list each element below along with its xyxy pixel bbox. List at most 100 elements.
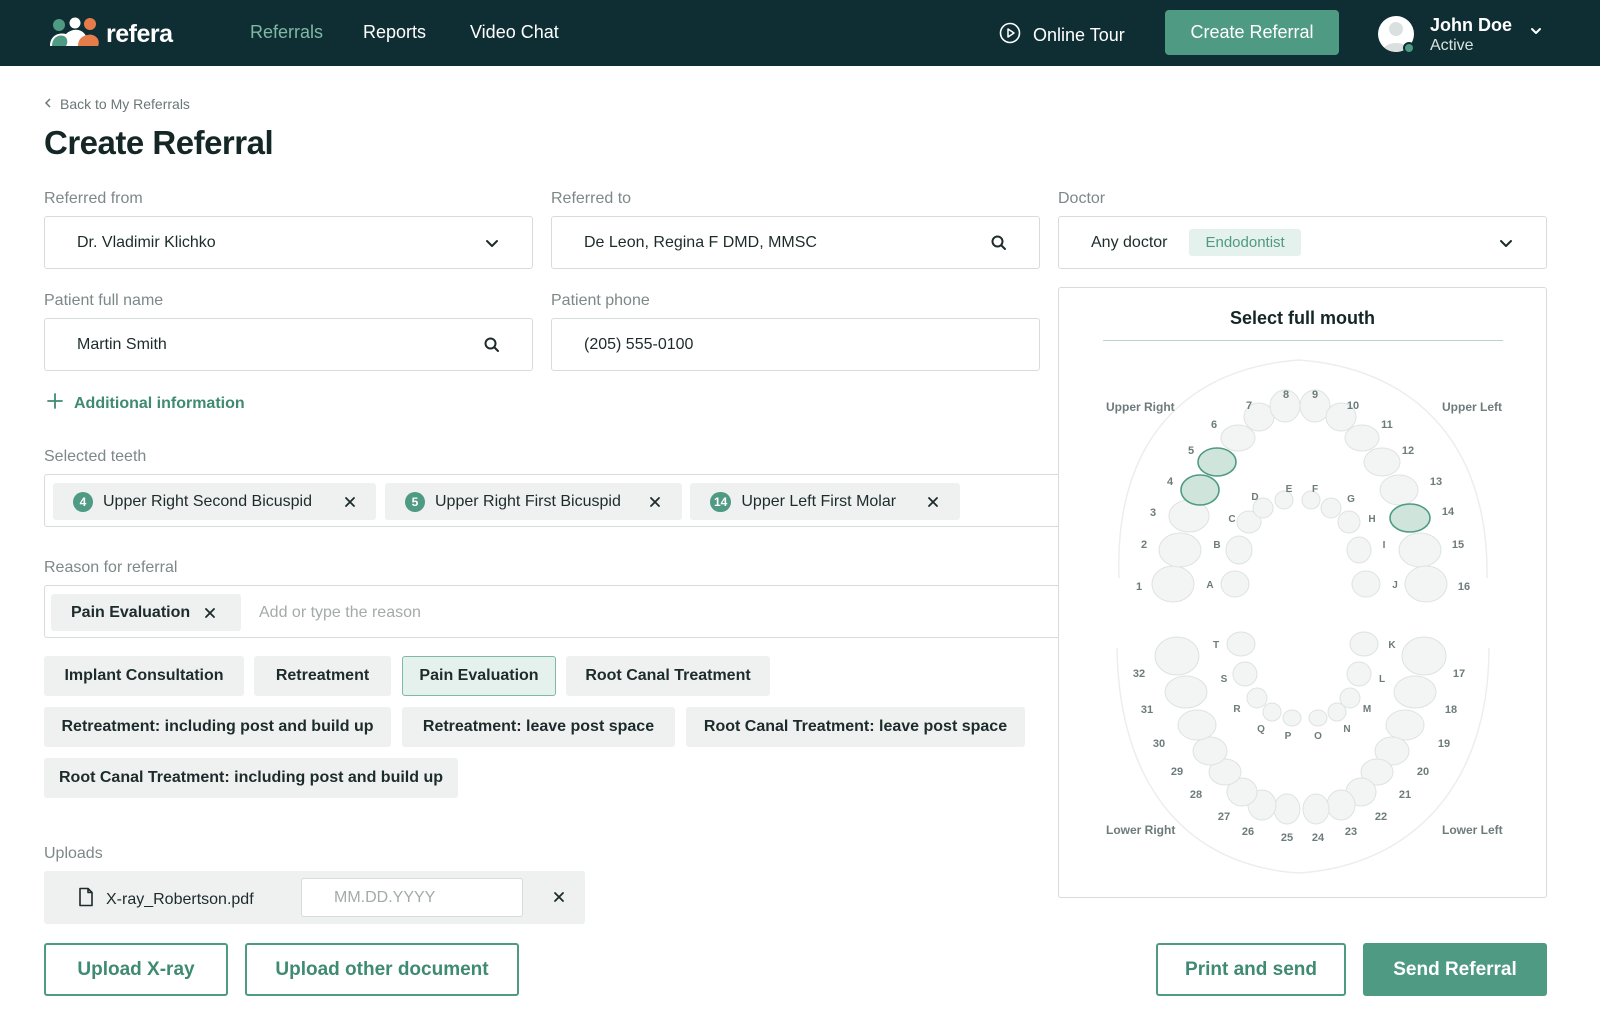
tooth-17[interactable] — [1401, 636, 1447, 676]
reason-placeholder[interactable]: Add or type the reason — [259, 604, 421, 622]
tooth-label-8: 8 — [1283, 389, 1289, 401]
tooth-chip: 4 Upper Right Second Bicuspid — [53, 483, 376, 520]
tooth-R[interactable] — [1246, 687, 1268, 709]
tooth-O[interactable] — [1308, 709, 1328, 727]
logo-icon — [48, 16, 100, 53]
tooth-label-O: O — [1314, 731, 1322, 742]
tooth-label-32: 32 — [1133, 668, 1145, 680]
tooth-23[interactable] — [1326, 789, 1356, 821]
reason-chip-label: Pain Evaluation — [71, 603, 191, 621]
tooth-K[interactable] — [1349, 631, 1379, 657]
tooth-J[interactable] — [1351, 570, 1381, 598]
selected-teeth-field[interactable]: 4 Upper Right Second Bicuspid 5 Upper Ri… — [44, 474, 1084, 527]
tooth-label-28: 28 — [1190, 789, 1202, 801]
tooth-14[interactable] — [1389, 503, 1431, 533]
tooth-label-27: 27 — [1218, 811, 1230, 823]
tooth-label-22: 22 — [1375, 811, 1387, 823]
reason-option-retreatment[interactable]: Retreatment — [254, 656, 391, 696]
tooth-4[interactable] — [1180, 474, 1220, 506]
close-icon[interactable] — [343, 495, 357, 514]
print-and-send-button[interactable]: Print and send — [1156, 943, 1346, 996]
tooth-L[interactable] — [1346, 661, 1372, 687]
upload-other-document-button[interactable]: Upload other document — [245, 943, 519, 996]
tooth-30[interactable] — [1177, 709, 1217, 741]
referred-from-value: Dr. Vladimir Klichko — [77, 233, 216, 251]
tooth-H[interactable] — [1337, 510, 1361, 534]
tooth-1[interactable] — [1151, 565, 1195, 603]
quadrant-label-upper-left: Upper Left — [1442, 400, 1502, 414]
tooth-I[interactable] — [1346, 536, 1372, 564]
reason-option-retreatment-post-build[interactable]: Retreatment: including post and build up — [44, 707, 391, 747]
tooth-11[interactable] — [1344, 424, 1380, 452]
referred-to-search[interactable]: De Leon, Regina F DMD, MMSC — [551, 216, 1040, 269]
tooth-19[interactable] — [1385, 709, 1425, 741]
close-icon[interactable] — [648, 495, 662, 514]
reason-field[interactable]: Pain Evaluation Add or type the reason — [44, 585, 1084, 638]
tooth-2[interactable] — [1158, 532, 1202, 568]
reason-option-retreatment-leave-post[interactable]: Retreatment: leave post space — [402, 707, 675, 747]
tooth-P[interactable] — [1282, 709, 1302, 727]
tooth-label-7: 7 — [1246, 400, 1252, 412]
tooth-label-25: 25 — [1281, 832, 1293, 844]
tooth-T[interactable] — [1226, 631, 1256, 657]
close-icon[interactable] — [926, 495, 940, 514]
tooth-6[interactable] — [1220, 424, 1256, 452]
close-icon[interactable] — [552, 890, 566, 909]
tooth-label-L: L — [1379, 674, 1385, 685]
tooth-S[interactable] — [1232, 661, 1258, 687]
doctor-select[interactable]: Any doctor Endodontist — [1058, 216, 1547, 269]
tooth-5[interactable] — [1197, 447, 1237, 477]
referred-to-label: Referred to — [551, 190, 632, 207]
create-referral-nav-button[interactable]: Create Referral — [1165, 10, 1339, 55]
tooth-13[interactable] — [1379, 474, 1419, 506]
tooth-12[interactable] — [1363, 447, 1401, 477]
chevron-down-icon — [1496, 233, 1516, 258]
tooth-18[interactable] — [1393, 675, 1437, 709]
tooth-N[interactable] — [1327, 702, 1347, 722]
reason-option-pain-evaluation[interactable]: Pain Evaluation — [402, 656, 556, 696]
tooth-label-14: 14 — [1442, 506, 1455, 518]
reason-option-root-canal-treatment[interactable]: Root Canal Treatment — [566, 656, 770, 696]
nav-referrals[interactable]: Referrals — [250, 22, 323, 43]
patient-name-field[interactable]: Martin Smith — [44, 318, 533, 371]
send-referral-button[interactable]: Send Referral — [1363, 943, 1547, 996]
tooth-31[interactable] — [1164, 675, 1208, 709]
tooth-15[interactable] — [1398, 532, 1442, 568]
back-link[interactable]: Back to My Referrals — [44, 96, 190, 112]
tooth-29[interactable] — [1192, 736, 1228, 766]
additional-info-link[interactable]: Additional information — [46, 392, 245, 415]
chevron-left-icon — [44, 96, 52, 112]
tooth-G[interactable] — [1320, 497, 1342, 519]
tooth-B[interactable] — [1225, 535, 1253, 565]
chevron-down-icon[interactable] — [1529, 24, 1543, 43]
logo[interactable]: refera — [48, 16, 173, 53]
tooth-16[interactable] — [1404, 565, 1448, 603]
upload-date-input[interactable] — [301, 878, 523, 917]
patient-phone-label: Patient phone — [551, 292, 650, 309]
nav-reports[interactable]: Reports — [363, 22, 426, 43]
patient-phone-field[interactable]: (205) 555-0100 — [551, 318, 1040, 371]
upload-item: X-ray_Robertson.pdf — [44, 871, 585, 924]
reason-option-implant-consultation[interactable]: Implant Consultation — [44, 656, 244, 696]
tooth-label-G: G — [1347, 494, 1355, 505]
nav-video-chat[interactable]: Video Chat — [470, 22, 559, 43]
tooth-label-D: D — [1251, 492, 1258, 503]
tooth-25[interactable] — [1273, 793, 1301, 825]
tooth-Q[interactable] — [1262, 702, 1282, 722]
tooth-chip: 14 Upper Left First Molar — [690, 483, 960, 520]
reason-option-rct-post-build[interactable]: Root Canal Treatment: including post and… — [44, 758, 458, 798]
uploaded-file[interactable]: X-ray_Robertson.pdf — [78, 887, 254, 912]
tooth-24[interactable] — [1302, 793, 1330, 825]
upload-xray-button[interactable]: Upload X-ray — [44, 943, 228, 996]
reason-option-rct-leave-post[interactable]: Root Canal Treatment: leave post space — [686, 707, 1025, 747]
patient-phone-value: (205) 555-0100 — [584, 335, 694, 353]
tooth-32[interactable] — [1154, 636, 1200, 676]
tooth-label-9: 9 — [1312, 389, 1318, 401]
referred-from-select[interactable]: Dr. Vladimir Klichko — [44, 216, 533, 269]
search-icon — [989, 233, 1009, 258]
close-icon[interactable] — [203, 606, 217, 625]
tooth-label-17: 17 — [1453, 668, 1465, 680]
tooth-A[interactable] — [1220, 570, 1250, 598]
tooth-label-6: 6 — [1211, 419, 1217, 431]
online-tour-link[interactable]: Online Tour — [999, 22, 1125, 49]
